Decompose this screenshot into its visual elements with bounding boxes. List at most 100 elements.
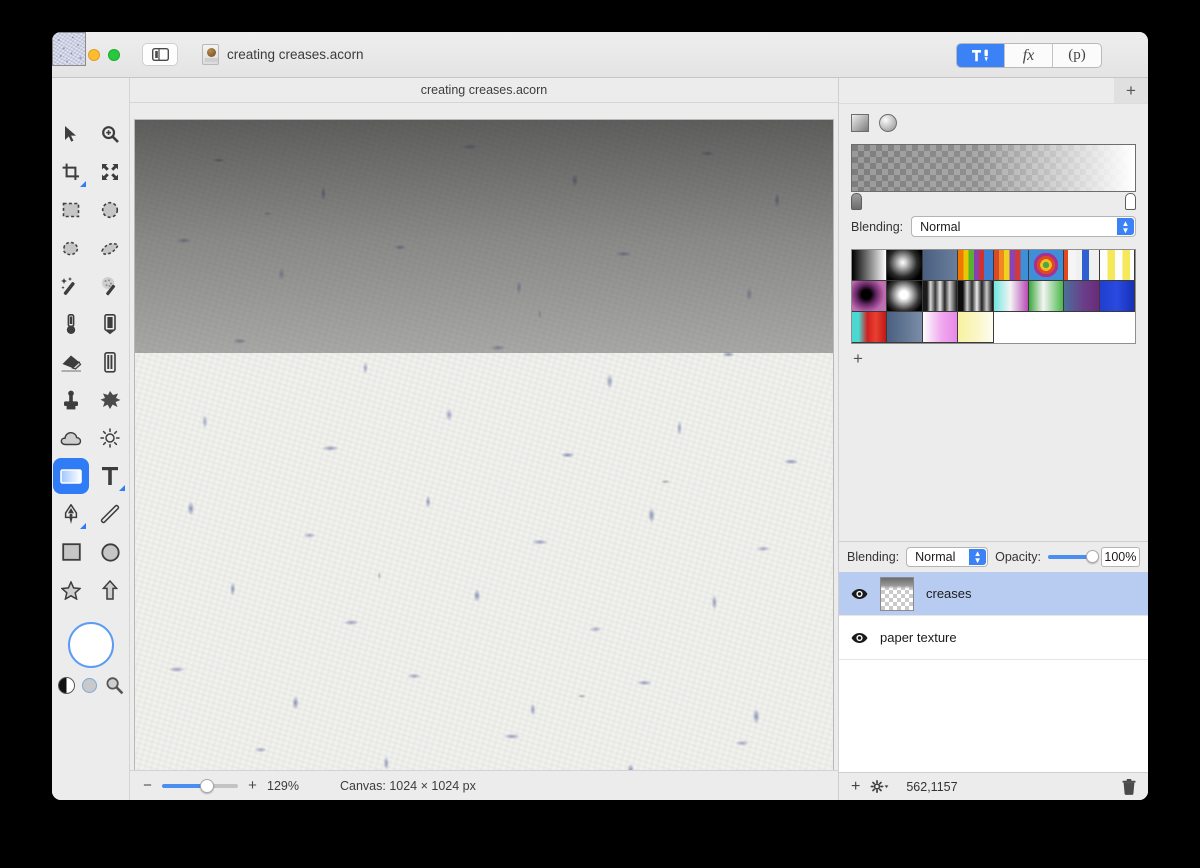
gradient-preset-white-radial-on-black[interactable] <box>887 250 923 281</box>
gradient-preset-blue-to-deep-blue[interactable] <box>1099 281 1135 312</box>
gradient-preset-yellow-to-white[interactable] <box>958 312 994 343</box>
gradient-preset-steel-to-purple[interactable] <box>1064 281 1100 312</box>
gradient-preset-teal-red[interactable] <box>852 312 888 343</box>
tab-filters[interactable]: fx <box>1005 44 1053 67</box>
gradient-preset-slate-gray-blue[interactable] <box>887 312 923 343</box>
tab-tools-palette[interactable] <box>957 44 1005 67</box>
paint-bucket-tool[interactable] <box>53 306 89 342</box>
gradient-preset-white-blob-radial[interactable] <box>887 281 923 312</box>
add-panel-button[interactable]: + <box>1114 78 1148 103</box>
text-tool[interactable] <box>92 458 128 494</box>
document-tab-bar[interactable]: creating creases.acorn <box>130 78 838 103</box>
eraser-tool[interactable] <box>53 344 89 380</box>
gradient-preview-bar[interactable] <box>851 144 1136 192</box>
dodge-tool[interactable] <box>92 420 128 456</box>
gradient-preset-black-to-white[interactable] <box>852 250 888 281</box>
gradient-preset-rainbow-stripes-b[interactable] <box>993 250 1029 281</box>
layer-opacity-field[interactable]: 100% <box>1100 547 1140 567</box>
tool-submenu-indicator <box>80 523 86 529</box>
gradient-type-row <box>851 114 1136 132</box>
gradient-preset-cyan-white-magenta[interactable] <box>993 281 1029 312</box>
transform-tool[interactable] <box>92 154 128 190</box>
zoom-in-button[interactable]: + <box>247 777 258 794</box>
arrow-shape-tool[interactable] <box>92 572 128 608</box>
gradient-preset-magenta-radial-black-center[interactable] <box>852 281 888 312</box>
layer-row-paper-texture[interactable]: paper texture <box>52 32 1148 660</box>
zoom-slider[interactable] <box>162 778 238 793</box>
maximize-button[interactable] <box>108 48 120 61</box>
gradient-stop-left[interactable] <box>851 193 862 210</box>
magic-wand-icon <box>61 277 75 295</box>
canvas-viewport[interactable] <box>130 103 838 770</box>
gear-dropdown-icon[interactable] <box>870 780 890 793</box>
gradient-preset-red-white-blue-stripes[interactable] <box>1064 250 1100 281</box>
zoom-tool[interactable] <box>92 116 128 152</box>
visibility-eye-icon[interactable] <box>851 588 868 600</box>
pen-tool[interactable] <box>53 496 89 532</box>
trash-icon[interactable] <box>1122 778 1136 795</box>
tab-presets[interactable]: (p) <box>1053 44 1101 67</box>
zoom-out-button[interactable]: − <box>142 777 153 794</box>
star-tool[interactable] <box>53 572 89 608</box>
gradient-blending-select[interactable]: Normal ▲ ▼ <box>911 216 1136 237</box>
gradient-preset-white-to-pink[interactable] <box>922 312 959 343</box>
rectangular-select-tool[interactable] <box>53 192 89 228</box>
inspector-top-bar: + <box>839 78 1148 104</box>
layers-list: creases paper texture <box>52 32 1148 772</box>
layer-blending-select[interactable]: Normal ▲ ▼ <box>906 547 989 567</box>
window-body: creating creases.acorn − + 129% Canvas: … <box>52 32 1148 800</box>
gradient-tool[interactable] <box>53 458 89 494</box>
instant-alpha-wand-icon <box>102 277 116 296</box>
minimize-button[interactable] <box>88 48 100 61</box>
inspector-panel: + Blending: Normal ▲ ▼ + Blending: Norma… <box>52 32 1148 800</box>
magic-wand-tool[interactable] <box>53 268 89 304</box>
blur-tool[interactable] <box>53 420 89 456</box>
move-tool[interactable] <box>53 116 89 152</box>
gradient-preset-green-white-green[interactable] <box>1028 281 1065 312</box>
rectangle-tool[interactable] <box>53 534 89 570</box>
app-window: creating creases.acorn fx (p) creating c… <box>52 32 1148 800</box>
background-color-dot-icon[interactable] <box>82 678 97 693</box>
zoom-slider-knob[interactable] <box>200 778 214 793</box>
crop-tool[interactable] <box>53 154 89 190</box>
linear-gradient-type-button[interactable] <box>851 114 869 132</box>
instant-alpha-tool[interactable] <box>92 268 128 304</box>
clone-stamp-tool[interactable] <box>53 382 89 418</box>
smudge-tool[interactable] <box>92 382 128 418</box>
toolbar-segmented-control[interactable]: fx (p) <box>956 43 1102 68</box>
eyedropper-magnifier-icon[interactable] <box>105 676 124 695</box>
gradient-presets-grid[interactable] <box>851 249 1136 344</box>
gradient-preset-yellow-checker-fade[interactable] <box>1099 250 1135 281</box>
layer-row-creases[interactable]: creases <box>839 572 1148 616</box>
gradient-preset-target-radial[interactable] <box>1028 250 1065 281</box>
gradient-preset-slate-blue-flat[interactable] <box>922 250 959 281</box>
chevron-updown-icon: ▲ ▼ <box>969 549 987 565</box>
black-white-swap-icon[interactable] <box>57 677 75 694</box>
gradient-preset-rainbow-stripes-a[interactable] <box>958 250 994 281</box>
polygon-lasso-tool[interactable] <box>92 230 128 266</box>
gradient-stops-track[interactable] <box>851 192 1136 212</box>
layer-thumbnail[interactable] <box>880 576 914 611</box>
layer-opacity-knob[interactable] <box>1085 550 1099 563</box>
document-title-group[interactable]: creating creases.acorn <box>202 44 364 65</box>
layer-thumbnail[interactable] <box>52 32 86 66</box>
lasso-tool[interactable] <box>53 230 89 266</box>
marker-tool[interactable] <box>92 344 128 380</box>
image-canvas[interactable] <box>134 119 834 770</box>
ellipse-tool[interactable] <box>92 534 128 570</box>
elliptical-select-tool[interactable] <box>92 192 128 228</box>
add-gradient-preset-button[interactable]: + <box>839 344 1148 369</box>
line-tool[interactable] <box>92 496 128 532</box>
foreground-color-well[interactable] <box>67 622 114 668</box>
color-controls-row <box>57 676 124 695</box>
layer-opacity-slider[interactable] <box>1047 550 1099 563</box>
radial-gradient-type-button[interactable] <box>879 114 897 132</box>
sidebar-toggle-button[interactable] <box>142 43 178 66</box>
gradient-preset-grayscale-bands-a[interactable] <box>922 281 959 312</box>
gradient-stop-right[interactable] <box>1125 193 1136 210</box>
gradient-preset-grayscale-bands-b[interactable] <box>958 281 994 312</box>
up-arrow-icon <box>102 580 118 600</box>
pencil-tool[interactable] <box>92 306 128 342</box>
visibility-eye-icon[interactable] <box>851 632 868 644</box>
add-layer-button[interactable]: + <box>851 778 860 796</box>
